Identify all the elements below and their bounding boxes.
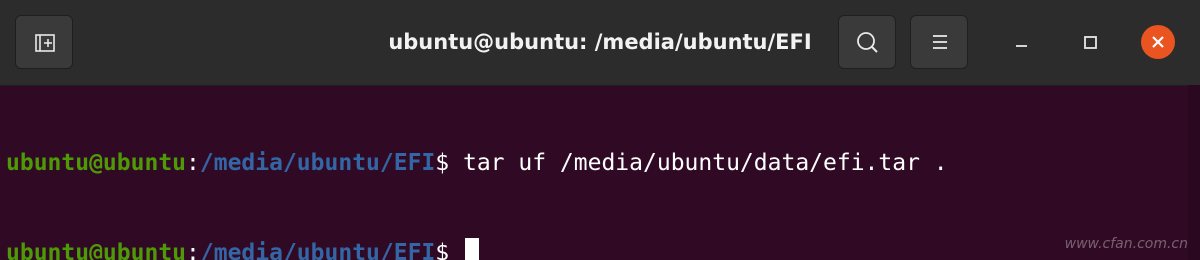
close-button[interactable] — [1141, 25, 1175, 59]
minimize-icon — [1016, 45, 1027, 47]
terminal-line: ubuntu@ubuntu:/media/ubuntu/EFI$ — [6, 238, 1186, 260]
command-text: tar uf /media/ubuntu/data/efi.tar . — [449, 150, 948, 176]
terminal-output[interactable]: ubuntu@ubuntu:/media/ubuntu/EFI$ tar uf … — [6, 88, 1186, 260]
new-tab-button[interactable] — [15, 15, 73, 69]
search-button[interactable] — [838, 15, 896, 69]
prompt-separator: : — [186, 150, 200, 176]
title-bar: ubuntu@ubuntu: /media/ubuntu/EFI — [0, 0, 1200, 86]
terminal-line: ubuntu@ubuntu:/media/ubuntu/EFI$ tar uf … — [6, 148, 1186, 178]
prompt-symbol: $ — [435, 240, 450, 260]
window-title: ubuntu@ubuntu: /media/ubuntu/EFI — [388, 30, 812, 54]
prompt-user: ubuntu@ubuntu — [6, 150, 187, 176]
prompt-symbol: $ — [435, 150, 450, 176]
new-tab-icon — [35, 34, 55, 52]
prompt-separator: : — [186, 240, 200, 260]
maximize-button[interactable] — [1072, 24, 1108, 60]
prompt-user: ubuntu@ubuntu — [6, 240, 187, 260]
menu-button[interactable] — [910, 15, 968, 69]
maximize-icon — [1084, 36, 1097, 49]
close-icon — [1141, 25, 1175, 59]
watermark: www.cfan.com.cn — [1064, 236, 1188, 252]
command-input[interactable] — [449, 240, 463, 260]
terminal-window: ubuntu@ubuntu: /media/ubuntu/EFI ubuntu@… — [0, 0, 1200, 260]
text-cursor — [465, 238, 479, 260]
hamburger-menu-icon — [933, 35, 947, 49]
prompt-path: /media/ubuntu/EFI — [199, 150, 436, 176]
minimize-button[interactable] — [1003, 24, 1039, 60]
search-icon — [857, 32, 878, 53]
prompt-path: /media/ubuntu/EFI — [199, 240, 436, 260]
scrollbar[interactable] — [1188, 85, 1200, 260]
